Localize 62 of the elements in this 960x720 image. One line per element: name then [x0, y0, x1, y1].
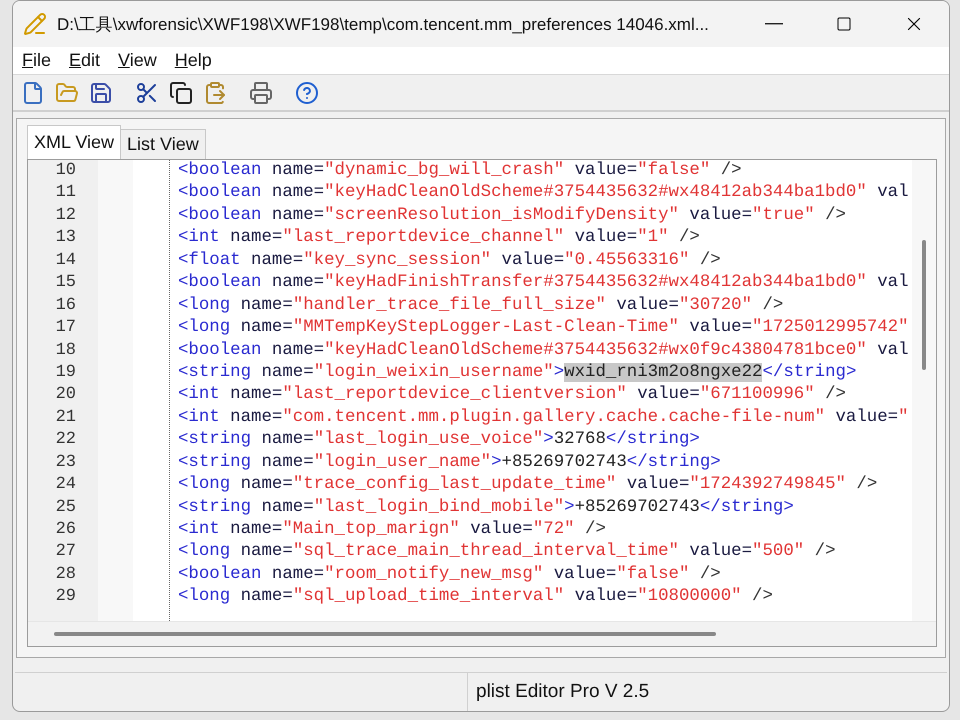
- line-number: 14: [54, 250, 77, 272]
- line-number: 18: [54, 340, 77, 362]
- code-line: <int name="last_reportdevice_clientversion" value="671100996" />: [178, 384, 847, 406]
- code-line: <string name="login_user_name">+85269702743</string>: [178, 452, 722, 474]
- code-line: <string name="login_weixin_username">wxid_rni3m2o8ngxe22</string>: [178, 362, 858, 384]
- vertical-scrollbar[interactable]: [912, 160, 936, 621]
- scissors-icon: [135, 80, 159, 105]
- code-line: <string name="last_login_bind_mobile">+85269702743</string>: [178, 496, 795, 519]
- line-number: 11: [54, 182, 77, 204]
- tab[interactable]: XML View: [27, 125, 122, 159]
- code-line: <long name="sql_trace_main_thread_interval_time" value="500" />: [178, 541, 837, 564]
- code-line: <int name="Main_top_marign" value="72" />: [178, 519, 607, 541]
- menu-item[interactable]: View: [109, 50, 166, 72]
- code-line: <boolean name="dynamic_bg_will_crash" value="false" />: [178, 160, 743, 182]
- status-text: plist Editor Pro V 2.5: [475, 681, 650, 703]
- line-number: 21: [54, 406, 77, 429]
- menu-item[interactable]: Edit: [60, 50, 110, 72]
- help-icon: [295, 80, 319, 105]
- paste-icon: [203, 80, 227, 105]
- save-icon: [89, 80, 113, 105]
- code-line: <boolean name="room_notify_new_msg" value="false" />: [178, 564, 722, 586]
- line-number: 17: [54, 317, 77, 340]
- line-number: 26: [54, 519, 77, 541]
- copy-icon: [169, 80, 193, 105]
- code-line: <string name="last_login_use_voice">32768</string>: [178, 429, 701, 452]
- code-line: <long name="trace_config_last_update_time" value="1724392749845" />: [178, 474, 878, 496]
- code-line: <int name="last_reportdevice_channel" value="1" />: [178, 227, 701, 250]
- minimize-icon: [765, 23, 783, 25]
- line-number: 10: [54, 160, 77, 182]
- new-file-icon: [21, 80, 45, 105]
- line-number: 20: [54, 384, 77, 406]
- line-number: 15: [54, 272, 77, 294]
- line-number: 24: [54, 474, 77, 496]
- menu-item[interactable]: File: [13, 50, 60, 72]
- line-number: 16: [54, 294, 77, 317]
- code-line: <boolean name="keyHadCleanOldScheme#3754435632#wx0f9c43804781bce0" val: [178, 340, 910, 362]
- line-number: 28: [54, 564, 77, 586]
- line-number: 13: [54, 227, 77, 250]
- code-line: <int name="com.tencent.mm.plugin.gallery.cache.cache-file-num" value=": [178, 406, 910, 429]
- line-number: 27: [54, 541, 77, 564]
- line-number: 23: [54, 452, 77, 474]
- line-number: 29: [54, 586, 77, 608]
- printer-icon: [249, 80, 273, 105]
- maximize-icon: [836, 16, 852, 32]
- menu-item[interactable]: Help: [166, 50, 221, 72]
- code-line: <long name="sql_upload_time_interval" value="10800000" />: [178, 586, 774, 608]
- code-line: <boolean name="screenResolution_isModifyDensity" value="true" />: [178, 204, 847, 227]
- code-line: <float name="key_sync_session" value="0.45563316" />: [178, 250, 722, 272]
- line-number: 19: [54, 362, 77, 384]
- notepad-icon: [23, 12, 47, 36]
- code-line: <long name="handler_trace_file_full_size" value="30720" />: [178, 294, 784, 317]
- line-number: 12: [54, 204, 77, 227]
- open-folder-icon: [55, 80, 79, 105]
- tab[interactable]: List View: [120, 129, 206, 159]
- code-line: <boolean name="keyHadCleanOldScheme#3754435632#wx48412ab344ba1bd0" val: [178, 182, 910, 204]
- code-line: <long name="MMTempKeyStepLogger-Last-Clean-Time" value="1725012995742": [178, 317, 910, 340]
- code-line: <boolean name="keyHadFinishTransfer#3754435632#wx48412ab344ba1bd0" val: [178, 272, 910, 294]
- window-title: D:\工具\xwforensic\XWF198\XWF198\temp\com.tencent.mm_preferences 14046.xml...: [57, 14, 710, 36]
- horizontal-scrollbar[interactable]: [28, 621, 936, 646]
- line-number: 25: [54, 496, 77, 519]
- xml-editor[interactable]: [27, 159, 937, 647]
- line-number: 22: [54, 429, 77, 452]
